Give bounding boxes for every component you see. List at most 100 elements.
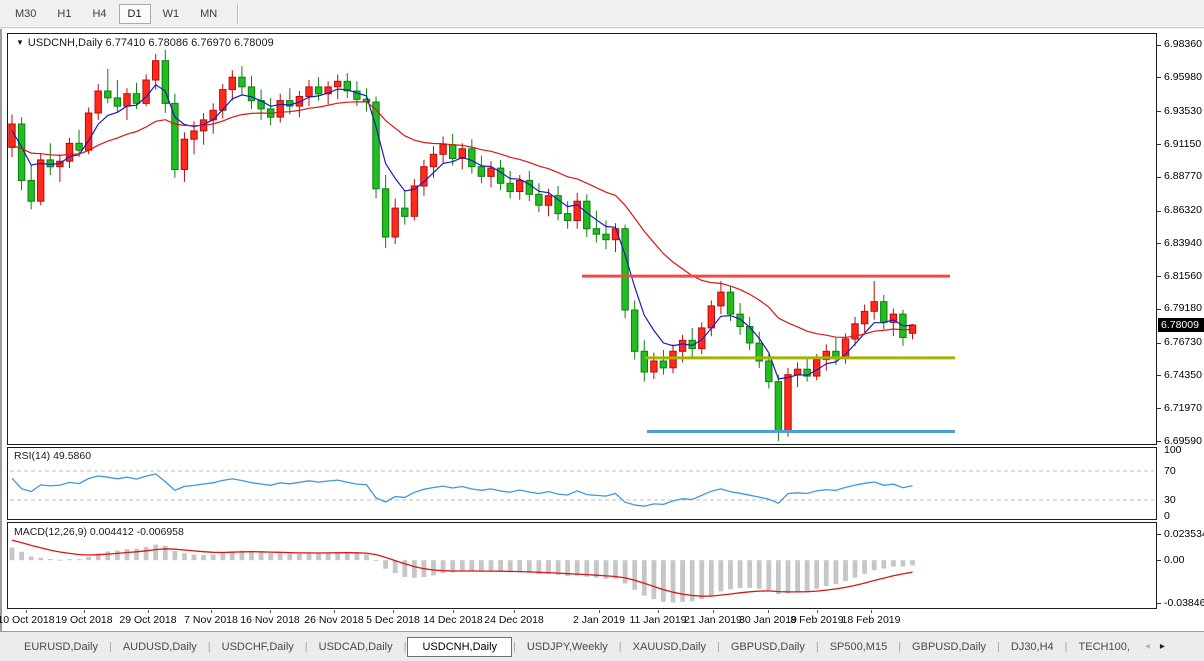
- timeframe-toolbar: M30H1H4D1W1MN: [0, 0, 1204, 28]
- price-chart-panel[interactable]: [7, 33, 1157, 445]
- rsi-chart[interactable]: [8, 448, 1156, 519]
- price-tick-label: 6.71970: [1164, 402, 1202, 414]
- timeframe-button-h4[interactable]: H4: [83, 4, 115, 24]
- rsi-label: RSI(14) 49.5860: [14, 450, 91, 462]
- date-tick-label: 19 Oct 2018: [55, 614, 112, 626]
- timeframe-button-mn[interactable]: MN: [191, 4, 226, 24]
- price-tick-mark: [1157, 77, 1161, 78]
- timeframe-button-h1[interactable]: H1: [48, 4, 80, 24]
- price-tick-label: 6.79180: [1164, 302, 1202, 314]
- macd-axis-label: 0.023534: [1164, 528, 1204, 540]
- price-tick-mark: [1157, 45, 1161, 46]
- tab-sp500-m15[interactable]: SP500,M15: [820, 638, 897, 656]
- date-tick-label: 24 Dec 2018: [484, 614, 544, 626]
- date-tick-label: 7 Nov 2018: [184, 614, 238, 626]
- macd-label: MACD(12,26,9) 0.004412 -0.006958: [14, 526, 184, 538]
- price-tick-mark: [1157, 111, 1161, 112]
- price-tick-label: 6.98360: [1164, 38, 1202, 50]
- price-tick-mark: [1157, 276, 1161, 277]
- macd-axis-label: -0.038466: [1164, 597, 1204, 609]
- date-tick-label: 10 Oct 2018: [0, 614, 55, 626]
- tab-audusd-daily[interactable]: AUDUSD,Daily: [113, 638, 207, 656]
- symbol-tab-bar: EURUSD,Daily|AUDUSD,Daily|USDCHF,Daily|U…: [0, 631, 1204, 661]
- price-tick-mark: [1157, 243, 1161, 244]
- tab-dj30-h4[interactable]: DJ30,H4: [1001, 638, 1064, 656]
- tab-scroll-right-icon[interactable]: ▸: [1160, 641, 1165, 652]
- price-tick-mark: [1157, 375, 1161, 376]
- date-tick-mark: [599, 610, 600, 613]
- macd-tick-mark: [1157, 534, 1161, 535]
- date-tick-mark: [514, 610, 515, 613]
- date-tick-mark: [817, 610, 818, 613]
- tab-separator: |: [208, 641, 211, 653]
- price-tick-mark: [1157, 211, 1161, 212]
- tab-separator: |: [898, 641, 901, 653]
- price-tick-label: 6.91150: [1164, 138, 1201, 150]
- date-tick-label: 16 Nov 2018: [240, 614, 300, 626]
- price-tick-mark: [1157, 177, 1161, 178]
- price-tick-mark: [1157, 144, 1161, 145]
- rsi-axis-label: 30: [1164, 494, 1176, 506]
- chart-dropdown-icon[interactable]: ▼: [16, 38, 24, 47]
- price-tick-label: 6.76730: [1164, 336, 1202, 348]
- price-tick-label: 6.74350: [1164, 369, 1202, 381]
- tab-separator: |: [305, 641, 308, 653]
- date-tick-mark: [871, 610, 872, 613]
- price-tick-label: 6.81560: [1164, 270, 1202, 282]
- price-tick-label: 6.95980: [1164, 71, 1202, 83]
- tab-separator: |: [619, 641, 622, 653]
- timeframe-button-w1[interactable]: W1: [154, 4, 189, 24]
- tab-usdchf-daily[interactable]: USDCHF,Daily: [212, 638, 304, 656]
- chart-title: ▼ USDCNH,Daily 6.77410 6.78086 6.76970 6.…: [16, 37, 274, 49]
- price-tick-mark: [1157, 309, 1161, 310]
- tab-separator: |: [404, 641, 407, 653]
- tab-scroll-left-icon[interactable]: ◂: [1145, 641, 1150, 652]
- date-axis[interactable]: 10 Oct 201819 Oct 201829 Oct 20187 Nov 2…: [2, 610, 1204, 631]
- date-tick-mark: [453, 610, 454, 613]
- rsi-indicator-panel[interactable]: [7, 447, 1157, 520]
- date-tick-mark: [84, 610, 85, 613]
- date-tick-label: 14 Dec 2018: [423, 614, 483, 626]
- tab-separator: |: [513, 641, 516, 653]
- date-tick-label: 5 Dec 2018: [366, 614, 420, 626]
- date-tick-mark: [334, 610, 335, 613]
- date-tick-mark: [148, 610, 149, 613]
- chart-symbol-label: USDCNH,Daily: [28, 37, 103, 49]
- price-tick-label: 6.69590: [1164, 435, 1202, 447]
- date-tick-mark: [713, 610, 714, 613]
- toolbar-separator: [237, 4, 239, 24]
- price-tick-label: 6.93530: [1164, 105, 1202, 117]
- tab-xauusd-daily[interactable]: XAUUSD,Daily: [623, 638, 716, 656]
- timeframe-button-d1[interactable]: D1: [119, 4, 151, 24]
- date-tick-label: 30 Jan 2019: [739, 614, 797, 626]
- date-tick-label: 8 Feb 2019: [790, 614, 843, 626]
- tab-eurusd-daily[interactable]: EURUSD,Daily: [14, 638, 108, 656]
- current-price-badge: 6.78009: [1158, 318, 1204, 332]
- tab-tech100[interactable]: TECH100,: [1069, 638, 1140, 656]
- macd-axis-label: 0.00: [1164, 554, 1184, 566]
- price-tick-label: 6.88770: [1164, 170, 1202, 182]
- tab-gbpusd-daily[interactable]: GBPUSD,Daily: [721, 638, 815, 656]
- candlestick-chart[interactable]: [8, 34, 1156, 444]
- price-tick-label: 6.83940: [1164, 237, 1202, 249]
- tab-separator: |: [717, 641, 720, 653]
- date-tick-label: 26 Nov 2018: [304, 614, 364, 626]
- date-tick-label: 11 Jan 2019: [629, 614, 686, 626]
- macd-tick-mark: [1157, 603, 1161, 604]
- date-tick-mark: [211, 610, 212, 613]
- timeframe-button-m30[interactable]: M30: [6, 4, 45, 24]
- price-tick-mark: [1157, 343, 1161, 344]
- rsi-axis-label: 0: [1164, 510, 1170, 522]
- tab-usdcad-daily[interactable]: USDCAD,Daily: [309, 638, 403, 656]
- macd-tick-mark: [1157, 560, 1161, 561]
- tab-separator: |: [109, 641, 112, 653]
- date-tick-label: 21 Jan 2019: [684, 614, 742, 626]
- tab-usdjpy-weekly[interactable]: USDJPY,Weekly: [517, 638, 618, 656]
- tab-usdcnh-daily[interactable]: USDCNH,Daily: [407, 637, 512, 657]
- tab-separator: |: [997, 641, 1000, 653]
- rsi-axis-label: 100: [1164, 444, 1182, 456]
- tab-gbpusd-daily[interactable]: GBPUSD,Daily: [902, 638, 996, 656]
- rsi-axis-label: 70: [1164, 465, 1176, 477]
- date-tick-mark: [768, 610, 769, 613]
- chart-ohlc-values: 6.77410 6.78086 6.76970 6.78009: [102, 37, 273, 49]
